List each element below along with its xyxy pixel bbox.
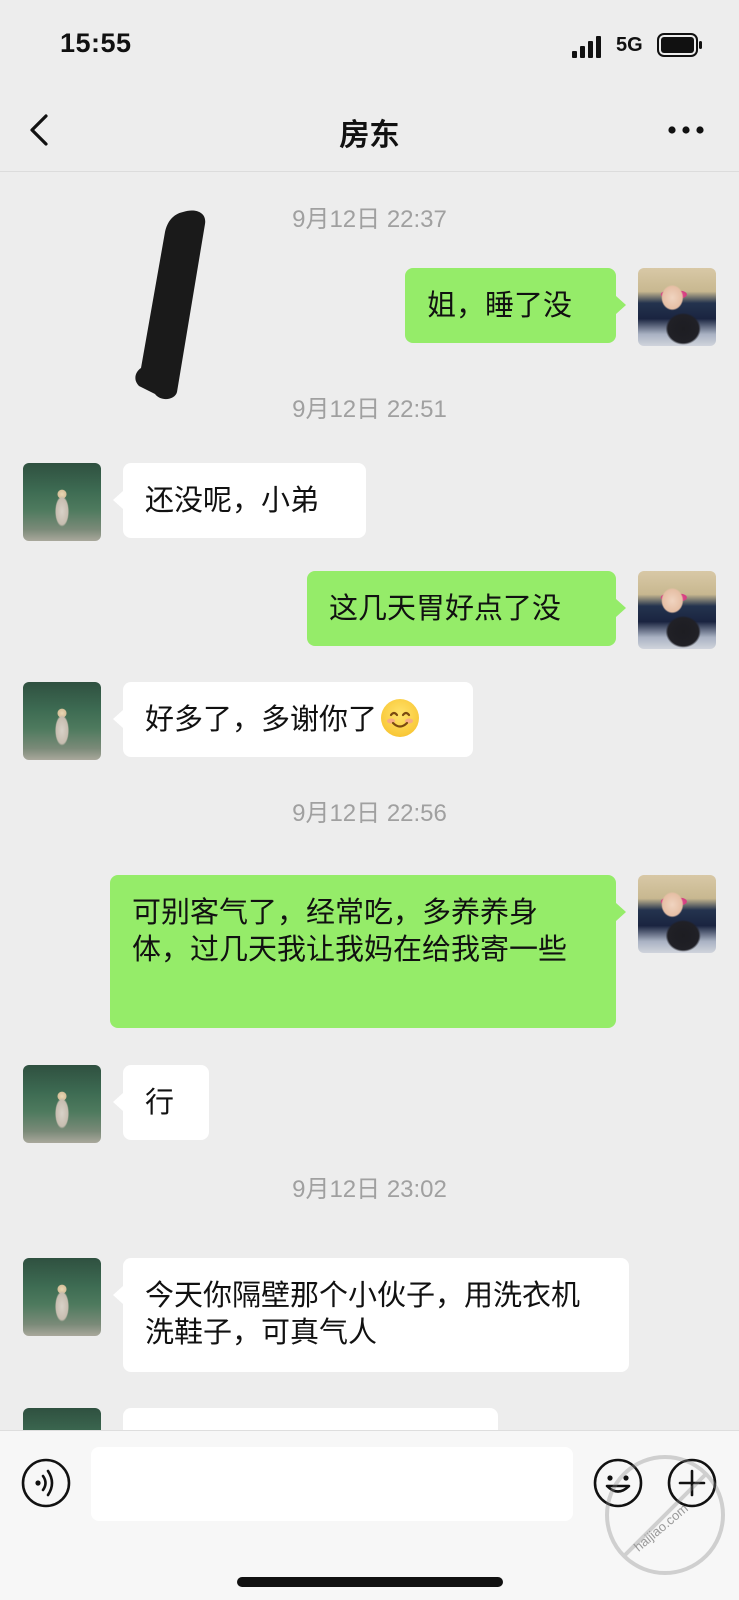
status-time: 15:55 — [60, 28, 132, 58]
avatar[interactable] — [23, 463, 101, 541]
message-bubble-outgoing[interactable]: 这几天胃好点了没 — [307, 571, 626, 646]
avatar[interactable] — [638, 571, 716, 649]
message-input[interactable] — [91, 1447, 573, 1521]
network-label: 5G — [616, 34, 643, 56]
timestamp: 9月12日 22:37 — [292, 206, 447, 233]
avatar[interactable] — [23, 1258, 101, 1336]
message-bubble-incoming[interactable]: 还没呢，小弟 — [113, 463, 366, 538]
timestamp: 9月12日 22:56 — [292, 800, 447, 827]
signal-icon — [572, 36, 601, 58]
nav-bar: 房东 — [0, 92, 739, 172]
timestamp: 9月12日 22:51 — [292, 396, 447, 423]
avatar[interactable] — [638, 875, 716, 953]
chat-area[interactable]: 9月12日 22:37 姐，睡了没 9月12日 22:51 还没呢，小弟 这几天… — [0, 172, 739, 1430]
avatar[interactable] — [23, 1065, 101, 1143]
redaction-mark — [135, 210, 206, 400]
avatar[interactable] — [23, 1408, 101, 1430]
avatar[interactable] — [638, 268, 716, 346]
message-bubble-incoming[interactable] — [123, 1408, 498, 1430]
status-bar: 15:55 5G — [0, 0, 739, 92]
chat-title: 房东 — [339, 118, 400, 153]
message-bubble-outgoing[interactable]: 可别客气了，经常吃，多养养身体，过几天我让我妈在给我寄一些 — [110, 875, 626, 1028]
avatar[interactable] — [23, 682, 101, 760]
message-text: 好多了，多谢你了 — [145, 702, 378, 736]
message-bubble-incoming[interactable]: 行 — [113, 1065, 209, 1140]
smiling-face-emoji-icon — [381, 699, 420, 737]
battery-icon — [657, 33, 702, 57]
message-bubble-incoming[interactable]: 今天你隔壁那个小伙子，用洗衣机洗鞋子，可真气人 — [113, 1258, 629, 1372]
home-indicator — [237, 1577, 503, 1587]
timestamp: 9月12日 23:02 — [292, 1176, 447, 1203]
message-bubble-incoming[interactable]: 好多了，多谢你了 — [113, 682, 473, 757]
message-bubble-outgoing[interactable]: 姐，睡了没 — [405, 268, 626, 343]
more-icon[interactable] — [666, 122, 706, 138]
voice-icon[interactable] — [20, 1457, 72, 1509]
